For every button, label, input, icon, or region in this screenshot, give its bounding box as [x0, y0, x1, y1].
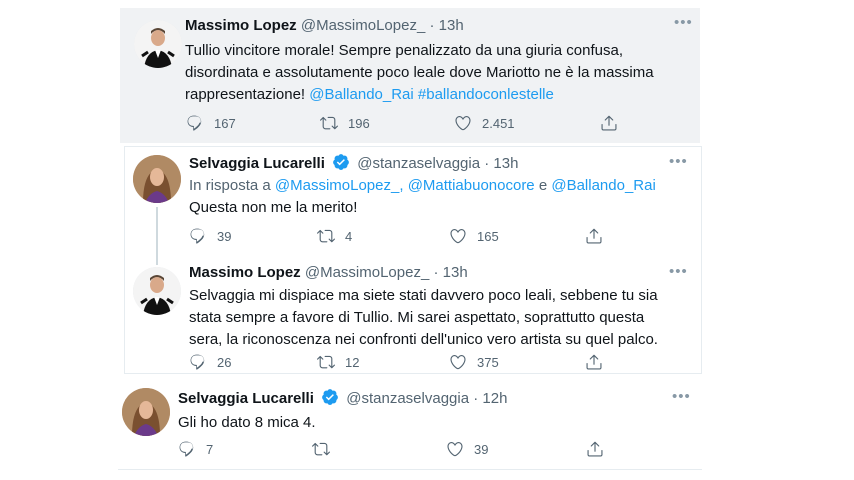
author-handle[interactable]: @stanzaselvaggia [346, 390, 469, 407]
avatar[interactable] [122, 388, 170, 436]
tweet-text: Questa non me la merito! [189, 199, 358, 216]
reply-mention[interactable]: @Mattiabuonocore [408, 177, 535, 194]
retweet-icon [312, 440, 330, 458]
tweet-actions: 39 4 165 [189, 227, 609, 247]
tweet-header: Massimo Lopez @MassimoLopez_ · 13h [185, 16, 464, 36]
share-icon [585, 227, 603, 245]
retweet-count: 196 [348, 115, 370, 131]
tweet-text: Gli ho dato 8 mica 4. [178, 414, 316, 431]
tweet-time[interactable]: · 13h [433, 264, 467, 281]
share-button[interactable] [586, 440, 614, 458]
author-name[interactable]: Massimo Lopez [185, 17, 297, 34]
tweet-text-line: disordinata e assolutamente poco leale d… [185, 64, 654, 81]
reply-conjunction: e [538, 177, 548, 194]
author-handle[interactable]: @stanzaselvaggia [357, 155, 480, 172]
tweet-text: Tullio vincitore morale! Sempre penalizz… [185, 40, 695, 106]
reply-icon [189, 227, 207, 245]
avatar-massimo-icon [133, 267, 181, 315]
like-button[interactable]: 2.451 [454, 114, 515, 132]
retweet-button[interactable]: 4 [317, 227, 352, 245]
avatar[interactable] [133, 155, 181, 203]
retweet-count: 12 [345, 354, 360, 370]
reply-button[interactable]: 7 [178, 440, 213, 458]
reply-count: 167 [214, 115, 236, 131]
reply-count: 26 [217, 354, 232, 370]
reply-button[interactable]: 167 [186, 114, 236, 132]
like-button[interactable]: 39 [446, 440, 488, 458]
reply-icon [178, 440, 196, 458]
retweet-count: 4 [345, 228, 353, 244]
author-name[interactable]: Selvaggia Lucarelli [178, 390, 314, 407]
share-icon [585, 353, 603, 371]
mention-link[interactable]: @Ballando_Rai [309, 86, 413, 103]
more-icon[interactable]: ••• [669, 153, 688, 170]
avatar-selvaggia-icon [122, 388, 170, 436]
like-button[interactable]: 375 [449, 353, 499, 371]
more-icon[interactable]: ••• [672, 388, 691, 405]
tweet-card[interactable]: Selvaggia Lucarelli @stanzaselvaggia · 1… [118, 378, 702, 470]
reply-button[interactable]: 26 [189, 353, 231, 371]
retweet-button[interactable]: 12 [317, 353, 359, 371]
tweet-text: Selvaggia mi dispiace ma siete stati dav… [189, 285, 694, 351]
like-icon [446, 440, 464, 458]
share-button[interactable] [600, 114, 628, 132]
author-handle[interactable]: @MassimoLopez_ [305, 264, 429, 281]
reply-button[interactable]: 39 [189, 227, 231, 245]
retweet-icon [317, 227, 335, 245]
author-name[interactable]: Selvaggia Lucarelli [189, 155, 325, 172]
like-count: 165 [477, 228, 499, 244]
reply-mention[interactable]: @MassimoLopez_, [275, 177, 404, 194]
tweet-text-line: sera, la riconoscenza nei confronti dell… [189, 331, 658, 348]
tweet-text-line: Tullio vincitore morale! Sempre penalizz… [185, 42, 624, 59]
author-name[interactable]: Massimo Lopez [189, 264, 301, 281]
like-count: 39 [474, 441, 489, 457]
thread-line [156, 207, 158, 265]
avatar-massimo-icon [134, 20, 182, 68]
tweet-header: Massimo Lopez @MassimoLopez_ · 13h [189, 263, 468, 283]
avatar[interactable] [133, 267, 181, 315]
tweet-text-line: Selvaggia mi dispiace ma siete stati dav… [189, 287, 658, 304]
tweet-text-line: stata sempre a favore di Tullio. Mi sare… [189, 309, 645, 326]
tweet-header: Selvaggia Lucarelli @stanzaselvaggia · 1… [178, 388, 507, 409]
tweet-actions: 26 12 375 [189, 353, 609, 373]
verified-badge-icon [321, 388, 339, 406]
reply-icon [186, 114, 204, 132]
avatar[interactable] [134, 20, 182, 68]
reply-count: 7 [206, 441, 214, 457]
reply-mention[interactable]: @Ballando_Rai [551, 177, 655, 194]
retweet-button[interactable]: 196 [320, 114, 370, 132]
share-icon [600, 114, 618, 132]
verified-badge-icon [332, 153, 350, 171]
share-button[interactable] [585, 227, 613, 245]
tweet-time[interactable]: · 13h [484, 155, 518, 172]
tweet-time[interactable]: · 12h [473, 390, 507, 407]
like-icon [449, 353, 467, 371]
reply-icon [189, 353, 207, 371]
like-icon [449, 227, 467, 245]
reply-context: In risposta a @MassimoLopez_, @Mattiabuo… [189, 175, 689, 197]
tweet-card[interactable]: Massimo Lopez @MassimoLopez_ · 13h ••• T… [120, 8, 700, 143]
like-count: 2.451 [482, 115, 515, 131]
tweet-text-line: rappresentazione! [185, 86, 306, 103]
share-icon [586, 440, 604, 458]
tweet-actions: 167 196 2.451 [186, 114, 626, 134]
like-icon [454, 114, 472, 132]
tweet-thread: Selvaggia Lucarelli @stanzaselvaggia · 1… [124, 146, 702, 374]
retweet-icon [320, 114, 338, 132]
reply-count: 39 [217, 228, 232, 244]
retweet-icon [317, 353, 335, 371]
more-icon[interactable]: ••• [669, 263, 688, 280]
tweet-header: Selvaggia Lucarelli @stanzaselvaggia · 1… [189, 153, 518, 174]
tweet-actions: 7 39 [178, 440, 608, 460]
retweet-button[interactable] [312, 440, 340, 458]
share-button[interactable] [585, 353, 613, 371]
tweet-time[interactable]: · 13h [429, 17, 463, 34]
author-handle[interactable]: @MassimoLopez_ [301, 17, 425, 34]
like-count: 375 [477, 354, 499, 370]
reply-prefix: In risposta a [189, 177, 271, 194]
avatar-selvaggia-icon [133, 155, 181, 203]
like-button[interactable]: 165 [449, 227, 499, 245]
more-icon[interactable]: ••• [674, 14, 693, 31]
hashtag-link[interactable]: #ballandoconlestelle [418, 86, 554, 103]
